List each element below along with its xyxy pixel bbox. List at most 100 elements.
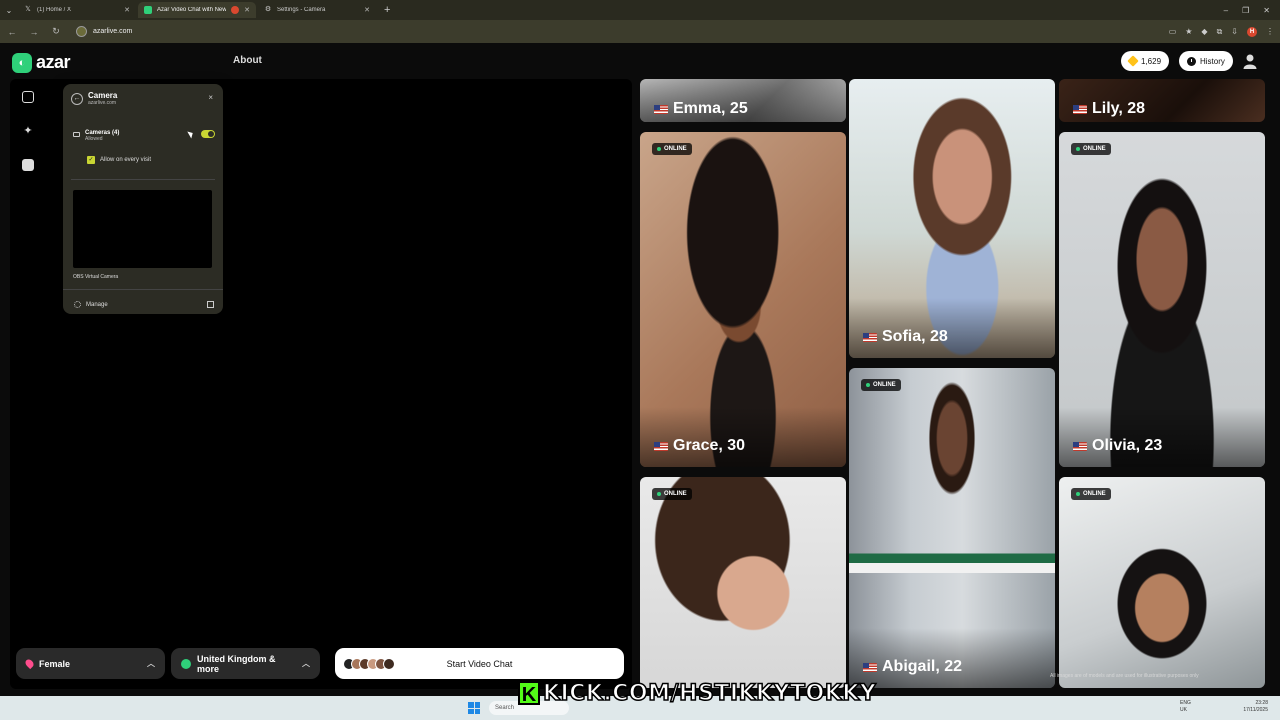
- online-dot-icon: [1076, 147, 1080, 151]
- kick-logo-icon: K: [518, 681, 540, 706]
- profile-card[interactable]: ONLINE Abigail, 22: [849, 368, 1055, 688]
- clock-icon: [1187, 56, 1196, 66]
- profile-card[interactable]: Emma, 25: [640, 79, 846, 122]
- site-header: ◐ azar About 1,629 History: [0, 43, 1280, 79]
- page: ◐ azar About 1,629 History ✦ Emma, 25 So…: [0, 43, 1280, 696]
- allow-every-visit-checkbox[interactable]: ✓: [87, 156, 95, 164]
- online-dot-icon: [1076, 492, 1080, 496]
- back-icon[interactable]: ←: [6, 27, 18, 37]
- online-badge-text: ONLINE: [873, 382, 896, 388]
- manage-permissions-link[interactable]: Manage: [74, 301, 214, 308]
- profile-name: Abigail, 22: [863, 658, 962, 676]
- disclaimer-text: All images are of models and are used fo…: [1050, 673, 1199, 679]
- profile-card[interactable]: ONLINE: [1059, 477, 1265, 688]
- online-dot-icon: [657, 147, 661, 151]
- clock-date: 17/11/2025: [1243, 707, 1268, 713]
- face-mask-icon[interactable]: [22, 159, 34, 171]
- profile-name: Lily, 28: [1073, 100, 1145, 118]
- extension-icon[interactable]: ◆: [1201, 27, 1207, 36]
- toolbar-actions: ▭ ★ ◆ ⧉ ⇩ H ⋮: [1169, 26, 1274, 37]
- manage-label: Manage: [86, 301, 108, 308]
- azar-icon: [144, 6, 152, 14]
- system-clock[interactable]: 23:28 17/11/2025: [1243, 700, 1268, 714]
- azar-logo[interactable]: ◐ azar: [12, 52, 71, 73]
- address-bar[interactable]: azarlive.com: [72, 24, 1072, 40]
- gem-icon: [1127, 55, 1139, 67]
- language-indicator[interactable]: ENG UK: [1180, 700, 1191, 714]
- tab-settings-camera[interactable]: ⚙ Settings - Camera ✕: [258, 2, 376, 18]
- avatar: [383, 657, 395, 670]
- profile-name-text: Sofia, 28: [882, 328, 948, 345]
- restore-icon[interactable]: ❐: [1242, 6, 1249, 15]
- back-arrow-icon[interactable]: ←: [71, 92, 83, 105]
- filter-icon[interactable]: [22, 91, 34, 103]
- online-badge-text: ONLINE: [1083, 491, 1106, 497]
- gem-balance-badge[interactable]: 1,629: [1121, 51, 1170, 71]
- globe-icon: [181, 658, 191, 669]
- browser-toolbar: ← → ↻ azarlive.com ▭ ★ ◆ ⧉ ⇩ H ⋮: [0, 20, 1280, 43]
- history-label: History: [1200, 56, 1225, 66]
- flag-icon: [654, 104, 668, 114]
- profile-card[interactable]: ONLINE Olivia, 23: [1059, 132, 1265, 467]
- download-icon[interactable]: ⇩: [1231, 27, 1238, 36]
- minimize-icon[interactable]: –: [1224, 6, 1228, 15]
- profile-card[interactable]: Lily, 28: [1059, 79, 1265, 122]
- reload-icon[interactable]: ↻: [50, 26, 62, 37]
- flag-icon: [1073, 441, 1087, 451]
- window-controls: – ❐ ✕: [1224, 6, 1280, 15]
- start-video-chat-button[interactable]: Start Video Chat: [335, 648, 624, 679]
- divider: [71, 179, 215, 180]
- gender-label: Female: [39, 658, 71, 669]
- logo-text: azar: [36, 52, 71, 72]
- nav-about-link[interactable]: About: [233, 55, 262, 66]
- site-info-icon[interactable]: [76, 26, 87, 37]
- camera-icon: [73, 132, 80, 137]
- close-icon[interactable]: ✕: [124, 6, 130, 14]
- chevron-up-icon: ︿: [302, 658, 310, 668]
- profile-name-text: Lily, 28: [1092, 100, 1146, 117]
- new-tab-button[interactable]: +: [378, 4, 396, 16]
- url-text: azarlive.com: [93, 28, 133, 35]
- flag-icon: [863, 332, 877, 342]
- close-icon[interactable]: ✕: [244, 6, 250, 14]
- profile-avatar-icon[interactable]: H: [1247, 26, 1257, 37]
- star-icon[interactable]: ★: [1185, 27, 1192, 36]
- x-icon: 𝕏: [25, 6, 31, 13]
- tab-search-chevron-icon[interactable]: ⌄: [0, 0, 18, 20]
- user-profile-icon[interactable]: [1242, 53, 1258, 69]
- popup-subtitle: azarlive.com: [88, 100, 117, 106]
- region-label: United Kingdom & more: [197, 653, 276, 674]
- profile-name-text: Emma, 25: [673, 100, 748, 117]
- online-badge-text: ONLINE: [664, 491, 687, 497]
- allow-every-visit-row[interactable]: ✓ Allow on every visit: [87, 156, 151, 164]
- profile-card[interactable]: Sofia, 28: [849, 79, 1055, 358]
- flag-icon: [654, 441, 668, 451]
- sparkle-effects-icon[interactable]: ✦: [22, 125, 34, 137]
- region-filter-button[interactable]: United Kingdom & more ︿: [171, 648, 320, 679]
- close-icon[interactable]: ×: [208, 93, 213, 102]
- tab-strip: ⌄ 𝕏 (1) Home / X ✕ Azar Video Chat with …: [0, 0, 1280, 20]
- profile-name: Olivia, 23: [1073, 437, 1162, 455]
- menu-dots-icon[interactable]: ⋮: [1266, 27, 1274, 36]
- tab-title: Azar Video Chat with New: [157, 7, 227, 13]
- profile-card[interactable]: ONLINE: [640, 477, 846, 688]
- profile-card[interactable]: ONLINE Grace, 30: [640, 132, 846, 467]
- camera-permission-toggle[interactable]: [201, 130, 215, 138]
- window-close-icon[interactable]: ✕: [1263, 6, 1270, 15]
- gem-count: 1,629: [1141, 56, 1162, 66]
- history-button[interactable]: History: [1179, 51, 1233, 71]
- close-icon[interactable]: ✕: [364, 6, 370, 14]
- tab-x-home[interactable]: 𝕏 (1) Home / X ✕: [18, 2, 136, 18]
- tab-azar[interactable]: Azar Video Chat with New ✕: [138, 2, 256, 18]
- profile-photo: [1059, 477, 1265, 688]
- forward-icon[interactable]: →: [28, 27, 40, 37]
- popup-header: ← Camera azarlive.com: [71, 91, 117, 106]
- azar-logo-icon: ◐: [12, 52, 32, 73]
- windows-start-icon[interactable]: [468, 702, 480, 714]
- camera-source-name[interactable]: OBS Virtual Camera: [73, 274, 118, 280]
- extensions-puzzle-icon[interactable]: ⧉: [1217, 27, 1223, 37]
- clock-time: 23:28: [1255, 700, 1268, 706]
- cast-icon[interactable]: ▭: [1169, 27, 1177, 36]
- gear-icon: [74, 301, 81, 308]
- gender-filter-button[interactable]: Female ︿: [16, 648, 165, 679]
